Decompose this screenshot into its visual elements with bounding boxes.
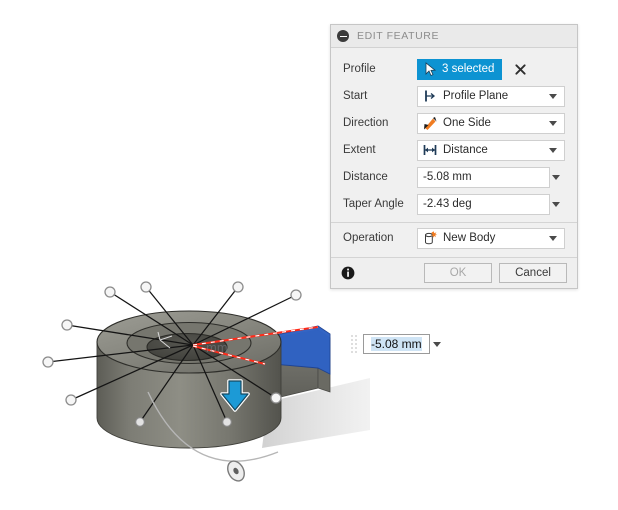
chevron-down-icon[interactable] — [549, 120, 557, 126]
chevron-down-icon[interactable] — [549, 147, 557, 153]
taper-angle-dropdown-button[interactable] — [550, 194, 565, 215]
operation-value: New Body — [443, 232, 496, 244]
dialog-body: Profile 3 selected Start Profile Plane D… — [331, 48, 577, 257]
distance-dropdown-button[interactable] — [550, 167, 565, 188]
taper-angle-input[interactable]: -2.43 deg — [417, 193, 550, 215]
profile-selection-button[interactable]: 3 selected — [417, 58, 503, 80]
chevron-down-icon[interactable] — [549, 235, 557, 241]
label-start: Start — [343, 90, 368, 102]
chevron-down-icon — [552, 201, 560, 207]
direction-value: One Side — [443, 117, 491, 129]
close-x-icon[interactable] — [514, 63, 527, 76]
profile-plane-icon — [425, 90, 436, 102]
canvas-distance-value: -5.08 mm — [371, 337, 422, 351]
new-body-icon — [425, 231, 438, 245]
profile-selection-label: 3 selected — [442, 63, 495, 75]
canvas-value-dropdown-button[interactable] — [430, 334, 447, 354]
extent-combo[interactable]: Distance — [417, 139, 565, 161]
row-operation: Operation New Body — [331, 226, 577, 250]
distance-field-wrap: -5.08 mm — [417, 166, 565, 188]
row-direction: Direction One Side — [331, 111, 577, 135]
chevron-down-icon — [432, 341, 441, 347]
taper-angle-field-wrap: -2.43 deg — [417, 193, 565, 215]
label-distance: Distance — [343, 171, 388, 183]
one-side-arrow-icon — [424, 117, 437, 130]
ok-button[interactable]: OK — [424, 263, 492, 283]
distance-extent-icon — [423, 145, 437, 155]
start-combo[interactable]: Profile Plane — [417, 85, 565, 107]
section-divider — [331, 222, 577, 223]
dialog-titlebar[interactable]: EDIT FEATURE — [331, 25, 577, 48]
cursor-arrow-icon — [425, 62, 437, 77]
start-value: Profile Plane — [443, 90, 509, 102]
minus-circle-icon[interactable] — [337, 30, 349, 42]
row-taper-angle: Taper Angle -2.43 deg — [331, 192, 577, 216]
label-profile: Profile — [343, 63, 376, 75]
dialog-title: EDIT FEATURE — [357, 30, 440, 42]
info-icon[interactable] — [341, 266, 355, 280]
row-profile: Profile 3 selected — [331, 57, 577, 81]
dialog-footer: OK Cancel — [331, 257, 577, 288]
row-extent: Extent Distance — [331, 138, 577, 162]
canvas-distance-input[interactable]: -5.08 mm — [363, 334, 430, 354]
chevron-down-icon — [552, 174, 560, 180]
label-operation: Operation — [343, 232, 394, 244]
drag-grip-icon[interactable] — [350, 334, 359, 354]
row-distance: Distance -5.08 mm — [331, 165, 577, 189]
chevron-down-icon[interactable] — [549, 93, 557, 99]
canvas-value-field[interactable]: -5.08 mm — [350, 332, 447, 356]
row-start: Start Profile Plane — [331, 84, 577, 108]
ghost-dimension-text: mm — [206, 340, 228, 355]
label-direction: Direction — [343, 117, 389, 129]
label-extent: Extent — [343, 144, 376, 156]
cancel-button[interactable]: Cancel — [499, 263, 567, 283]
label-taper-angle: Taper Angle — [343, 198, 404, 210]
direction-combo[interactable]: One Side — [417, 112, 565, 134]
operation-combo[interactable]: New Body — [417, 227, 565, 249]
distance-input[interactable]: -5.08 mm — [417, 166, 550, 188]
edit-feature-dialog[interactable]: EDIT FEATURE Profile 3 selected Start Pr… — [330, 24, 578, 289]
extent-value: Distance — [443, 144, 488, 156]
